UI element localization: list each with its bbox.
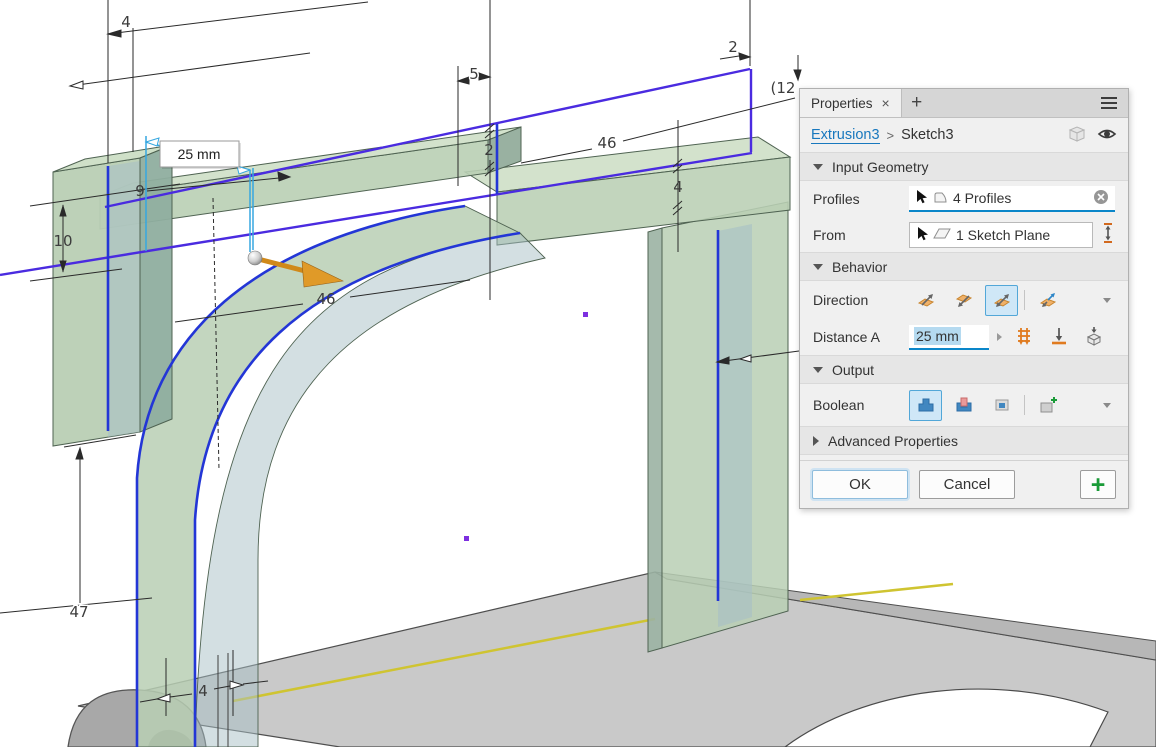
profiles-value: 4 Profiles [953,190,1011,206]
row-direction: Direction [800,281,1128,319]
profiles-label: Profiles [813,191,909,207]
eye-icon[interactable] [1097,127,1117,144]
profile-icon [932,189,948,207]
menu-icon[interactable] [1090,89,1128,117]
cursor-icon [915,189,927,207]
dimension-label: 4 [121,13,131,31]
breadcrumb-sketch[interactable]: Sketch3 [901,127,953,143]
section-input-geometry[interactable]: Input Geometry [800,152,1128,181]
panel-footer: OK Cancel + [800,460,1128,508]
row-from: From 1 Sketch Plane [800,217,1128,252]
distance-tooltip-value: 25 mm [178,146,221,162]
chevron-right-icon: > [887,128,895,143]
panel-tab-bar: Properties × + [800,89,1128,118]
dimension-label: (12 [771,79,796,97]
distance-a-label: Distance A [813,329,909,345]
cancel-button[interactable]: Cancel [919,470,1015,499]
dimension-label: 2 [484,141,494,159]
boolean-intersect-icon[interactable] [985,390,1018,421]
clear-icon[interactable] [1093,189,1109,208]
section-label: Behavior [832,259,887,275]
breadcrumb: Extrusion3 > Sketch3 [800,118,1128,152]
ok-button[interactable]: OK [812,470,908,499]
boolean-new-solid-icon[interactable] [1031,390,1064,421]
boolean-cut-icon[interactable] [947,390,980,421]
solid-body-icon[interactable] [1068,125,1086,145]
distance-a-input[interactable]: 25 mm [909,325,989,350]
section-label: Output [832,362,874,378]
direction-flipped-icon[interactable] [947,285,980,316]
distance-tooltip: 25 mm [160,141,241,169]
from-value: 1 Sketch Plane [956,227,1050,243]
add-tab-icon[interactable]: + [902,89,932,117]
section-output[interactable]: Output [800,355,1128,384]
distance-a-value: 25 mm [914,327,961,345]
sketch-points[interactable] [464,312,588,541]
properties-panel: Properties × + Extrusion3 > Sketch3 Inpu… [799,88,1129,509]
breadcrumb-feature[interactable]: Extrusion3 [811,127,880,144]
dimension-label: 9 [135,182,145,200]
chevron-down-icon [813,164,823,170]
close-icon[interactable]: × [882,96,890,110]
dimension-label: 10 [53,232,72,250]
dropdown-caret-icon[interactable] [1103,298,1111,303]
direction-label: Direction [813,292,909,308]
row-profiles: Profiles 4 Profiles [800,181,1128,217]
direction-asymmetric-icon[interactable] [1031,285,1064,316]
row-boolean: Boolean [800,384,1128,426]
dimension-label: 2 [728,38,738,56]
tab-properties-label: Properties [811,96,873,111]
chevron-down-icon [813,367,823,373]
profiles-field[interactable]: 4 Profiles [909,186,1115,212]
chevron-right-icon [813,436,819,446]
dropdown-caret-icon[interactable] [1103,403,1111,408]
direction-default-icon[interactable] [909,285,942,316]
expander-icon[interactable] [997,333,1002,341]
dimension-label: 47 [69,603,88,621]
section-label: Input Geometry [832,159,929,175]
from-field[interactable]: 1 Sketch Plane [909,222,1093,248]
tab-properties[interactable]: Properties × [800,89,902,117]
dimension-label: 5 [469,65,479,83]
section-behavior[interactable]: Behavior [800,252,1128,281]
chevron-down-icon [813,264,823,270]
dimension-label: 4 [198,682,208,700]
dimension-label: 46 [316,290,335,308]
dimension-label: 4 [673,178,683,196]
cursor-icon [916,226,928,244]
flip-direction-icon[interactable] [1101,223,1115,246]
sketch-plane-icon [933,227,951,243]
from-label: From [813,227,909,243]
to-face-icon[interactable] [1049,326,1069,349]
section-advanced-properties[interactable]: Advanced Properties [800,426,1128,455]
boolean-label: Boolean [813,397,909,413]
add-feature-button[interactable]: + [1080,470,1116,499]
direction-symmetric-icon[interactable] [985,285,1018,316]
row-distance-a: Distance A 25 mm [800,319,1128,355]
boolean-join-icon[interactable] [909,390,942,421]
section-label: Advanced Properties [828,433,958,449]
manipulator-sphere-icon[interactable] [248,251,262,265]
dimension-label: 46 [597,134,616,152]
through-all-icon[interactable] [1014,326,1034,349]
to-body-icon[interactable] [1084,326,1104,349]
